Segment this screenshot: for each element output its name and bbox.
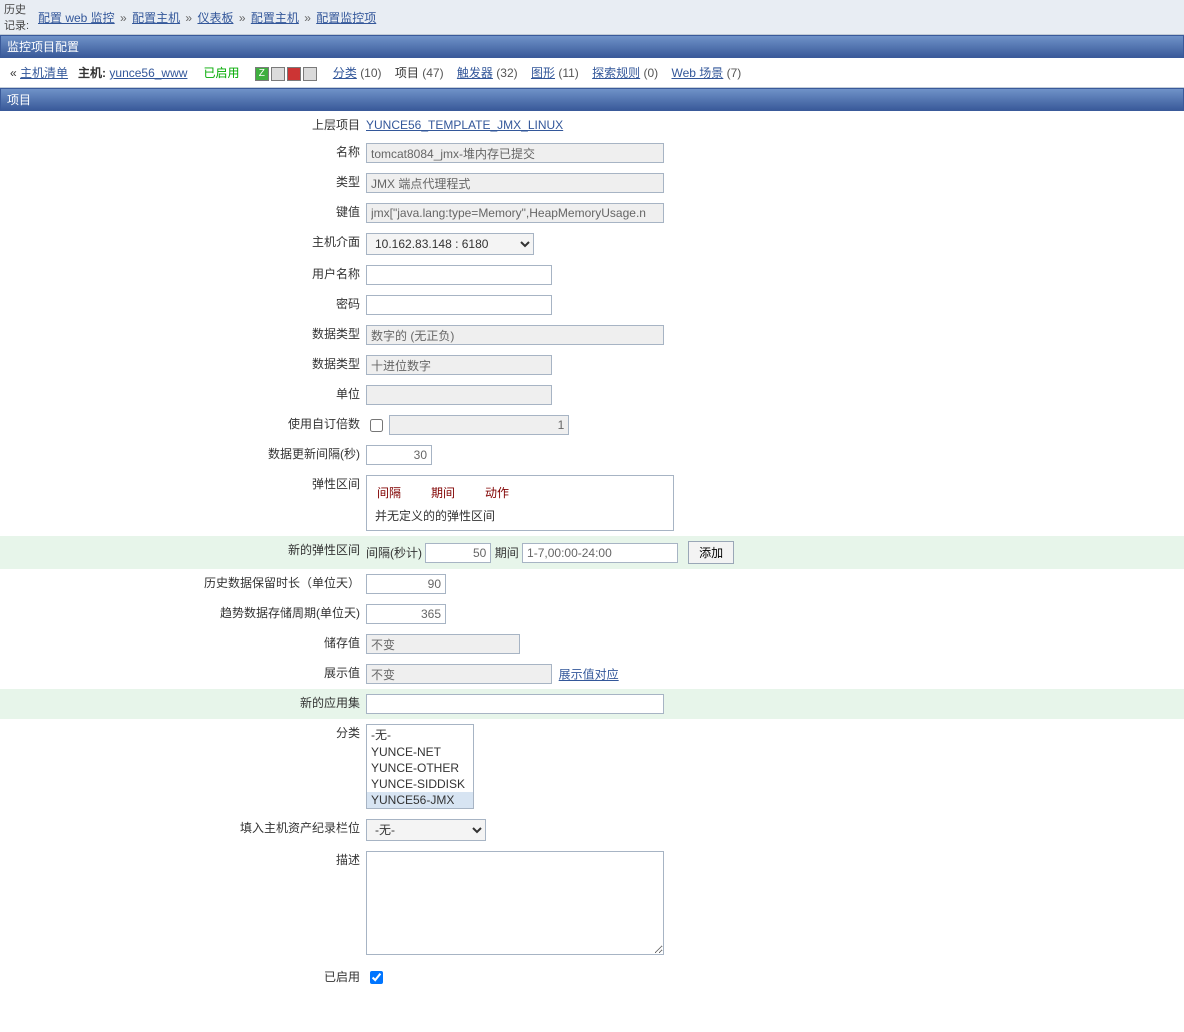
- datatype-input[interactable]: [366, 325, 664, 345]
- lbl-desc: 描述: [0, 846, 366, 963]
- username-input[interactable]: [366, 265, 552, 285]
- add-button[interactable]: 添加: [688, 541, 734, 564]
- bc-item-0[interactable]: 配置 web 监控: [38, 11, 115, 25]
- flex-h3: 动作: [485, 484, 537, 505]
- multiplier-input[interactable]: [389, 415, 569, 435]
- lbl-dtype: 数据类型: [0, 320, 366, 350]
- bc-item-2[interactable]: 仪表板: [197, 11, 233, 25]
- show-map-link[interactable]: 展示值对应: [559, 668, 619, 682]
- breadcrumb: 配置 web 监控 » 配置主机 » 仪表板 » 配置主机 » 配置监控项: [38, 9, 376, 26]
- lbl-trend: 趋势数据存储周期(单位天): [0, 599, 366, 629]
- lbl-unit: 单位: [0, 380, 366, 410]
- count-graphs: (11): [558, 66, 578, 80]
- flex-interval-box: 间隔 期间 动作 并无定义的的弹性区间: [366, 475, 674, 531]
- count-discovery: (0): [643, 66, 658, 80]
- lbl-pass: 密码: [0, 290, 366, 320]
- history-input[interactable]: [366, 574, 446, 594]
- host-list-link[interactable]: 主机清单: [20, 66, 68, 80]
- lbl-flex: 弹性区间: [0, 470, 366, 536]
- link-items: 项目: [395, 66, 419, 80]
- host-icons: Z: [255, 67, 317, 81]
- lbl-dtype2: 数据类型: [0, 350, 366, 380]
- lbl-name: 名称: [0, 138, 366, 168]
- lbl-hist: 历史数据保留时长（单位天）: [0, 569, 366, 599]
- section-title-config: 监控项目配置: [0, 35, 1184, 58]
- lbl-asset: 填入主机资产纪录栏位: [0, 814, 366, 846]
- desc-textarea[interactable]: [366, 851, 664, 955]
- bc-item-4[interactable]: 配置监控项: [316, 11, 376, 25]
- flex-h1: 间隔: [377, 484, 429, 505]
- section-title-item: 项目: [0, 88, 1184, 111]
- interval-input[interactable]: [366, 445, 432, 465]
- lbl-interval: 数据更新间隔(秒): [0, 440, 366, 470]
- lbl-parent: 上层项目: [0, 111, 366, 138]
- link-graphs[interactable]: 图形: [531, 66, 555, 80]
- status-enabled: 已启用: [203, 66, 239, 80]
- link-discovery[interactable]: 探索规则: [592, 66, 640, 80]
- app-opt-2[interactable]: YUNCE-OTHER: [367, 760, 473, 776]
- icon-2: [271, 67, 285, 81]
- lbl-user: 用户名称: [0, 260, 366, 290]
- store-input[interactable]: [366, 634, 520, 654]
- lbl-enabled: 已启用: [0, 963, 366, 992]
- count-items: (47): [422, 66, 443, 80]
- link-web[interactable]: Web 场景: [672, 66, 724, 80]
- app-opt-1[interactable]: YUNCE-NET: [367, 744, 473, 760]
- multiplier-check[interactable]: [370, 419, 383, 432]
- lbl-newflex: 新的弹性区间: [0, 536, 366, 569]
- password-input[interactable]: [366, 295, 552, 315]
- enabled-check[interactable]: [370, 971, 383, 984]
- count-categories: (10): [360, 66, 381, 80]
- icon-4: [303, 67, 317, 81]
- bc-item-3[interactable]: 配置主机: [251, 11, 299, 25]
- count-triggers: (32): [496, 66, 517, 80]
- newapp-input[interactable]: [366, 694, 664, 714]
- lbl-mult: 使用自订倍数: [0, 410, 366, 440]
- app-opt-4[interactable]: YUNCE56-JMX: [367, 792, 473, 808]
- flex-empty-msg: 并无定义的的弹性区间: [375, 507, 665, 524]
- app-opt-5[interactable]: YUNCE56-WEB: [367, 808, 473, 809]
- bc-item-1[interactable]: 配置主机: [132, 11, 180, 25]
- newflex-period-input[interactable]: [522, 543, 678, 563]
- lbl-newapp: 新的应用集: [0, 689, 366, 719]
- name-input[interactable]: [366, 143, 664, 163]
- unit-input[interactable]: [366, 385, 552, 405]
- count-web: (7): [727, 66, 742, 80]
- trend-input[interactable]: [366, 604, 446, 624]
- lbl-show: 展示值: [0, 659, 366, 689]
- icon-z: Z: [255, 67, 269, 81]
- app-opt-3[interactable]: YUNCE-SIDDISK: [367, 776, 473, 792]
- newflex-int-input[interactable]: [425, 543, 491, 563]
- lbl-type: 类型: [0, 168, 366, 198]
- newflex-int-label: 间隔(秒计): [366, 546, 422, 560]
- lbl-store: 储存值: [0, 629, 366, 659]
- icon-3: [287, 67, 301, 81]
- type-input[interactable]: [366, 173, 664, 193]
- asset-select[interactable]: -无-: [366, 819, 486, 841]
- host-label: 主机:: [78, 66, 106, 80]
- flex-h2: 期间: [431, 484, 483, 505]
- host-name-link[interactable]: yunce56_www: [109, 66, 187, 80]
- app-opt-0[interactable]: -无-: [367, 725, 473, 744]
- newflex-period-label: 期间: [495, 546, 519, 560]
- lbl-iface: 主机介面: [0, 228, 366, 260]
- lbl-apps: 分类: [0, 719, 366, 814]
- link-triggers[interactable]: 触发器: [457, 66, 493, 80]
- show-input[interactable]: [366, 664, 552, 684]
- key-input[interactable]: [366, 203, 664, 223]
- apps-listbox[interactable]: -无- YUNCE-NET YUNCE-OTHER YUNCE-SIDDISK …: [366, 724, 474, 809]
- link-categories[interactable]: 分类: [333, 66, 357, 80]
- datatype2-input[interactable]: [366, 355, 552, 375]
- interface-select[interactable]: 10.162.83.148 : 6180: [366, 233, 534, 255]
- history-label: 历史记录:: [4, 1, 32, 33]
- parent-link[interactable]: YUNCE56_TEMPLATE_JMX_LINUX: [366, 118, 563, 132]
- lbl-key: 键值: [0, 198, 366, 228]
